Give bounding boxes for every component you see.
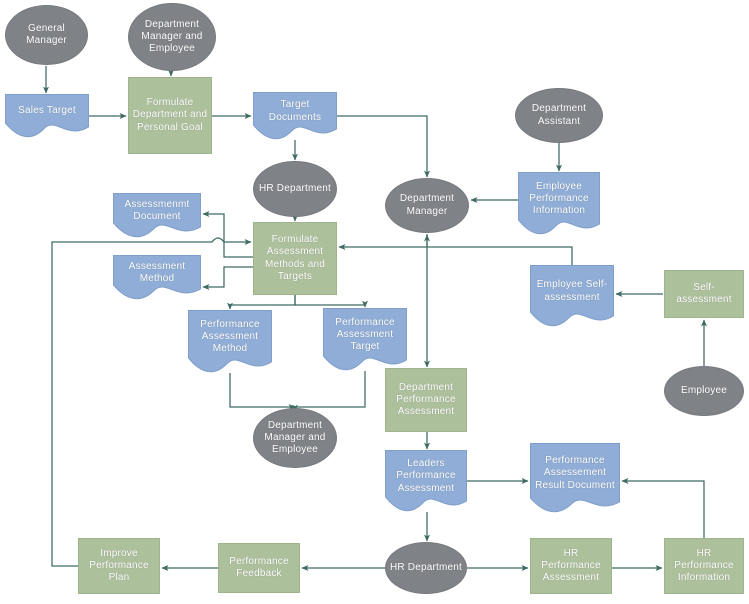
node-label-text: Performance Assessment Target	[335, 316, 395, 353]
node-department-performance-assessment[interactable]: Department Performance Assessment	[385, 368, 467, 432]
node-hr-department-bottom[interactable]: HR Department	[385, 542, 467, 594]
node-label-text: Department Performance Assessment	[396, 381, 456, 418]
node-label-text: HR Performance Information	[674, 547, 734, 584]
node-label-text: HR Department	[389, 561, 463, 573]
node-leaders-performance-assessment[interactable]: Leaders Performance Assessment	[385, 450, 467, 512]
node-label-text: Performance Feedback	[229, 555, 289, 579]
node-target-documents[interactable]: Target Documents	[253, 92, 337, 140]
node-hr-performance-information[interactable]: HR Performance Information	[664, 538, 744, 594]
edge-formulate-assessment-to-assessmenmt-document	[202, 211, 253, 258]
node-label-text: HR Performance Assessment	[541, 547, 601, 584]
node-label-text: General Manager	[26, 22, 67, 46]
node-label-text: Department Manager and Employee	[264, 419, 326, 456]
node-self-assessment[interactable]: Self-assessment	[664, 270, 744, 318]
node-label: Assessmenmt Document	[113, 193, 201, 238]
node-label: Assessment Method	[113, 255, 201, 300]
node-department-manager-employee-1[interactable]: Department Manager and Employee	[128, 3, 216, 71]
node-label-text: Performance Assessment Method	[200, 318, 260, 355]
node-hr-department-top[interactable]: HR Department	[253, 161, 337, 217]
node-label-text: Formulate Department and Personal Goal	[132, 97, 208, 133]
node-label: Sales Target	[5, 94, 89, 138]
node-employee[interactable]: Employee	[664, 366, 744, 416]
node-assessment-method[interactable]: Assessment Method	[113, 255, 201, 300]
node-label-text: Leaders Performance Assessment	[396, 458, 456, 494]
edge-formulate-assessment-to-perf-assessment-method	[227, 295, 296, 310]
node-label-text: Employee Performance Information	[529, 180, 589, 217]
node-employee-performance-info[interactable]: Employee Performance Information	[518, 172, 600, 235]
node-label: Employee Performance Information	[518, 172, 600, 235]
node-department-manager[interactable]: Department Manager	[385, 178, 469, 233]
node-label-text: Improve Performance Plan	[89, 547, 149, 584]
node-label-text: Employee	[680, 384, 728, 396]
edge-formulate-assessment-to-assessment-method	[202, 266, 253, 290]
node-label-text: Assessmenmt Document	[124, 198, 190, 222]
node-label-text: Sales Target	[18, 105, 76, 117]
node-label-text: Department Manager and Employee	[141, 18, 203, 55]
node-label-text: Assessment Method	[128, 260, 186, 284]
node-performance-assessment-target[interactable]: Performance Assessment Target	[323, 308, 407, 371]
node-label-text: Performance Assessement Result Document	[535, 455, 615, 491]
node-label-text: Department Manager	[399, 193, 455, 217]
node-label: Performance Assessement Result Document	[530, 443, 620, 513]
node-assessmenmt-document[interactable]: Assessmenmt Document	[113, 193, 201, 238]
node-employee-self-assessment[interactable]: Employee Self-assessment	[530, 265, 614, 327]
node-formulate-department-goal[interactable]: Formulate Department and Personal Goal	[128, 77, 212, 154]
node-sales-target[interactable]: Sales Target	[5, 94, 89, 138]
edge-perf-target-to-dme2	[292, 371, 366, 412]
edge-formulate-assessment-to-perf-assessment-target	[294, 295, 368, 308]
node-performance-feedback[interactable]: Performance Feedback	[218, 543, 300, 593]
node-improve-performance-plan[interactable]: Improve Performance Plan	[78, 538, 160, 594]
edge-perf-method-to-dme2	[229, 373, 296, 410]
connector-layer	[43, 66, 707, 571]
node-label-text: Formulate Assessment Methods and Targets	[264, 234, 326, 282]
node-formulate-assessment-methods[interactable]: Formulate Assessment Methods and Targets	[253, 222, 337, 295]
node-performance-assessment-method[interactable]: Performance Assessment Method	[188, 310, 272, 373]
edge-hr-perf-information-to-result-document	[621, 478, 705, 538]
node-label-text: Employee Self-assessment	[536, 279, 608, 303]
node-label-text: Department Assistant	[531, 103, 587, 127]
node-label-text: Target Documents	[268, 99, 322, 123]
node-general-manager[interactable]: General Manager	[5, 5, 88, 65]
node-department-manager-employee-2[interactable]: Department Manager and Employee	[253, 408, 337, 468]
node-hr-performance-assessment[interactable]: HR Performance Assessment	[530, 538, 612, 594]
edge-target-docs-to-department-manager	[337, 115, 430, 178]
node-label: Performance Assessment Method	[188, 310, 272, 373]
node-label-text: HR Department	[258, 182, 332, 194]
flowchart-canvas: General Manager Department Manager and Em…	[0, 0, 749, 604]
node-label: Target Documents	[253, 92, 337, 140]
node-performance-assessement-result[interactable]: Performance Assessement Result Document	[530, 443, 620, 513]
node-label-text: Self-assessment	[676, 281, 732, 305]
node-label: Leaders Performance Assessment	[385, 450, 467, 512]
edge-employee-self-assessment-to-department-manager	[424, 234, 573, 265]
node-label: Employee Self-assessment	[530, 265, 614, 327]
node-label: Performance Assessment Target	[323, 308, 407, 371]
node-department-assistant[interactable]: Department Assistant	[515, 88, 603, 143]
